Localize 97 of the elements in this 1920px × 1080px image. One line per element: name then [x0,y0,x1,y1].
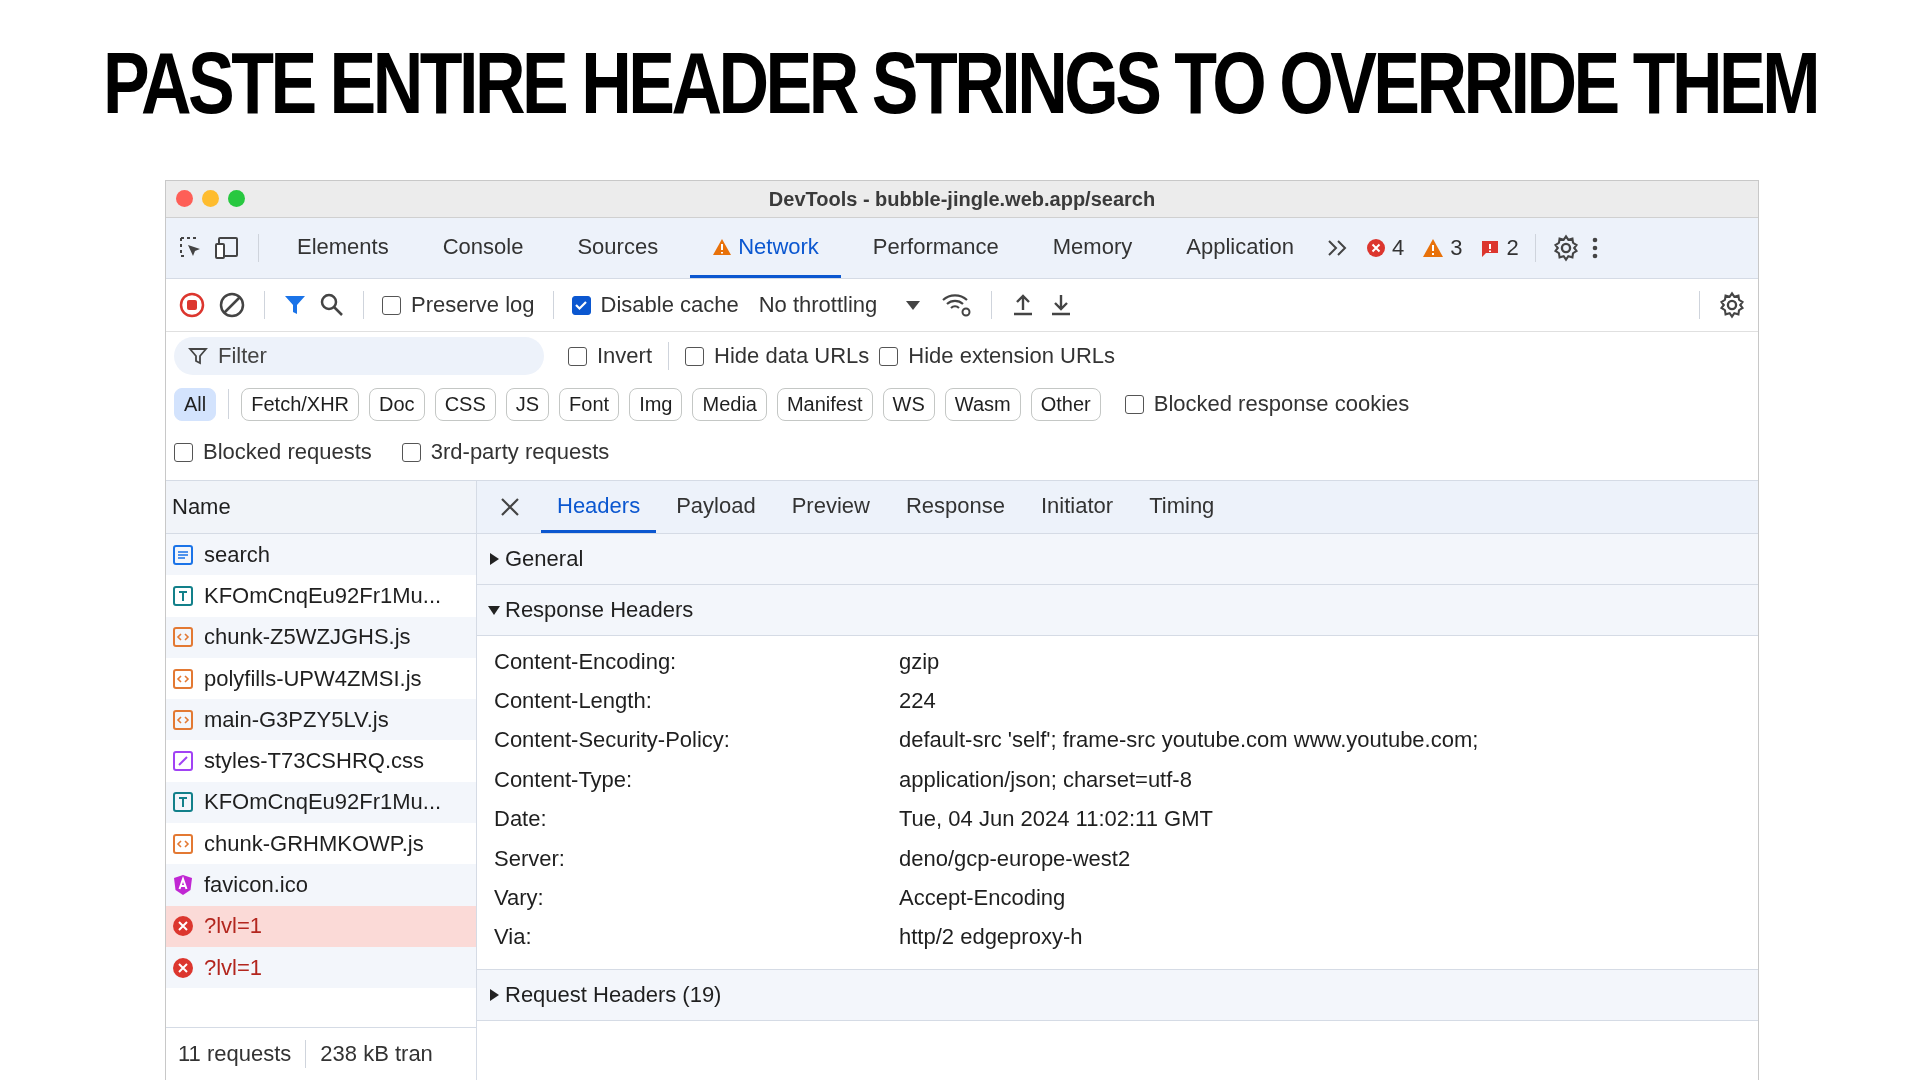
column-header[interactable]: Name [172,494,231,520]
request-row[interactable]: ?lvl=1 [166,946,476,989]
detail-tab[interactable]: Payload [660,481,772,533]
type-filter-chip[interactable]: JS [505,387,550,421]
settings-icon[interactable] [1718,291,1746,319]
filter-checkbox[interactable]: Hide extension URLs [879,343,1115,369]
close-icon[interactable] [499,496,521,518]
summary-text: 238 kB tran [320,1041,433,1067]
panel-tab[interactable]: Memory [1030,218,1155,278]
panel-tab[interactable]: Sources [555,218,681,278]
filter-checkbox[interactable]: Hide data URLs [685,343,870,369]
type-filter-chip[interactable]: Other [1030,387,1101,421]
header-value: application/json; charset=utf-8 [899,766,1192,793]
issue-counter[interactable]: 3 [1422,235,1463,261]
header-name: Content-Security-Policy: [494,727,731,754]
headline: PASTE ENTIRE HEADER STRINGS TO OVERRIDE THEM [102,33,1818,134]
header-name: Date: [494,806,548,833]
panel-tab[interactable]: Performance [850,218,1021,278]
document-icon [172,543,194,566]
disable-cache-checkbox[interactable]: Disable cache [571,292,739,318]
filter-checkbox[interactable]: 3rd-party requests [401,439,610,465]
detail-tab[interactable]: Timing [1133,481,1231,533]
collapsed-triangle-icon [487,552,501,566]
issue-count: 3 [1450,235,1463,261]
detail-tab[interactable]: Response [889,481,1021,533]
section-header[interactable]: Response Headers [477,585,1758,636]
script-icon [172,626,194,649]
record-icon[interactable] [178,291,206,319]
error-icon [172,956,194,979]
type-filter-chip[interactable]: Media [692,387,767,421]
issue-icon [1480,238,1501,258]
filter-checkbox[interactable]: Blocked requests [174,439,372,465]
font-icon [172,791,194,814]
request-row[interactable]: ?lvl=1 [166,905,476,947]
stylesheet-icon [172,750,194,773]
request-row[interactable]: search [166,534,476,576]
close-button[interactable] [176,190,193,207]
header-value: gzip [899,648,940,675]
request-row[interactable]: KFOmCnqEu92Fr1Mu... [166,781,476,824]
filter-checkbox[interactable]: Invert [568,343,653,369]
header-name: Vary: [494,885,545,912]
header-name: Via: [494,924,533,951]
error-icon [1365,238,1386,258]
issue-counter[interactable]: 2 [1480,235,1519,261]
error-icon [172,915,194,938]
header-name: Content-Encoding: [494,648,678,675]
throttling-dropdown[interactable]: No throttling [750,292,930,318]
issue-count: 4 [1391,235,1405,261]
header-name: Server: [494,845,566,872]
header-value: 224 [899,688,936,715]
section-header[interactable]: General [477,534,1758,585]
expanded-triangle-icon [487,603,501,617]
header-value: Accept-Encoding [899,885,1066,912]
type-filter-chip[interactable]: Wasm [944,387,1021,421]
panel-tab[interactable]: Elements [275,218,411,278]
panel-tab[interactable]: Network [690,218,841,278]
type-filter-chip[interactable]: WS [882,387,935,421]
header-value: deno/gcp-europe-west2 [899,845,1131,872]
detail-tab[interactable]: Initiator [1025,481,1130,533]
script-icon [172,832,194,855]
request-row[interactable]: favicon.ico [166,864,476,906]
type-filter-chip[interactable]: Manifest [776,387,873,421]
script-icon [172,667,194,690]
preserve-log-checkbox[interactable]: Preserve log [382,292,535,318]
clear-icon[interactable] [218,291,246,319]
type-filter-chip[interactable]: Img [629,387,683,421]
filter-icon[interactable] [283,293,307,317]
type-filter-chip[interactable]: Fetch/XHR [241,387,360,421]
header-name: Content-Type: [494,766,634,793]
collapsed-triangle-icon [487,988,501,1003]
header-name: Content-Length: [494,688,653,715]
warning-icon [1422,238,1445,258]
settings-icon[interactable] [1551,234,1580,262]
blocked-cookies-checkbox[interactable]: Blocked response cookies [1124,391,1410,417]
header-value: default-src 'self'; frame-src youtube.com www.youtube.com; [899,727,1479,754]
type-filter-chip[interactable]: Font [559,387,620,421]
section-header[interactable]: Request Headers (19) [477,970,1758,1022]
type-filter-chip[interactable]: Doc [369,387,425,421]
request-row[interactable]: chunk-Z5WZJGHS.js [166,616,476,658]
type-filter-chip[interactable]: All [174,387,217,421]
type-filter-chip[interactable]: CSS [434,387,496,421]
header-value: http/2 edgeproxy-h [899,924,1083,951]
search-icon[interactable] [319,292,345,318]
script-icon [172,708,194,731]
window-title: DevTools - bubble-jingle.web.app/search [768,187,1156,211]
summary-text: 11 requests [178,1041,292,1067]
detail-tab[interactable]: Preview [775,481,886,533]
shield-icon [172,874,194,896]
panel-tab[interactable]: Console [420,218,546,278]
font-icon [172,584,194,607]
panel-tab[interactable]: Application [1164,218,1316,278]
header-value: Tue, 04 Jun 2024 11:02:11 GMT [899,806,1213,833]
request-row[interactable]: main-G3PZY5LV.js [166,699,476,741]
issue-count: 2 [1506,235,1519,261]
issue-counter[interactable]: 4 [1365,235,1405,261]
filter-field[interactable]: Filter [174,337,544,375]
caret-icon [905,299,922,311]
